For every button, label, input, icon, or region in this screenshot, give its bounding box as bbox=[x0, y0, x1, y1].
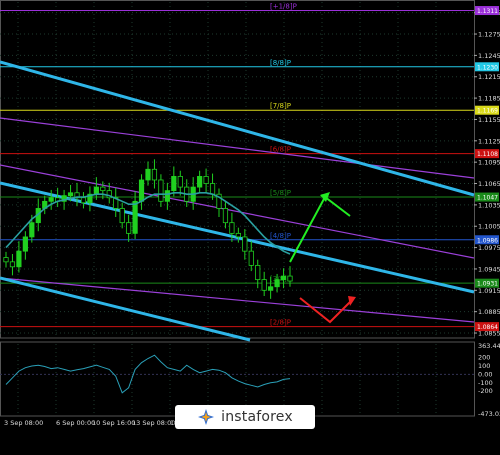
candle-body bbox=[222, 208, 229, 224]
candle-body bbox=[261, 279, 267, 291]
candle-body bbox=[48, 197, 54, 202]
level-price-text-7: 1.0864 bbox=[477, 324, 498, 331]
candle-body bbox=[67, 192, 74, 197]
candle-body bbox=[209, 183, 216, 195]
candle-body bbox=[93, 186, 99, 195]
candle-body bbox=[158, 179, 164, 202]
candle-body bbox=[255, 264, 261, 281]
candle-body bbox=[229, 222, 235, 234]
candle-body bbox=[151, 168, 158, 181]
cci-tick-label: -200 bbox=[478, 387, 493, 395]
cci-tick-label: 200 bbox=[478, 354, 490, 362]
trend-channel-line-0 bbox=[0, 60, 475, 197]
candle-body bbox=[164, 190, 170, 202]
cci-tick-label: 100 bbox=[478, 362, 490, 370]
forecast-down-arrowhead bbox=[348, 296, 356, 306]
regression-channel-line-2 bbox=[0, 277, 475, 323]
price-tick-label: 1.1155 bbox=[478, 116, 500, 124]
price-tick-label: 1.1065 bbox=[478, 180, 500, 188]
price-tick-label: 1.1245 bbox=[478, 52, 500, 60]
trading-chart-window: [+1/8]P [8/8]P [7/8]P [6/8]P [5/8]P [4/8]P [3/… bbox=[0, 0, 500, 455]
level-price-text-0: 1.1311 bbox=[477, 8, 498, 15]
price-tick-label: 1.1035 bbox=[478, 201, 500, 209]
candle-body bbox=[177, 176, 183, 188]
cci-tick-label: 363.4436 bbox=[478, 342, 500, 350]
instaforex-logo-icon bbox=[198, 409, 215, 425]
price-tick-label: 1.0945 bbox=[478, 265, 500, 273]
cci-tick-label: 0.00 bbox=[478, 370, 492, 378]
instaforex-watermark: instaforex bbox=[175, 405, 315, 429]
price-tick-label: 1.1095 bbox=[478, 159, 500, 167]
candle-body bbox=[242, 236, 248, 252]
murrey-label-7: [2/8]P bbox=[270, 319, 291, 327]
candle-body bbox=[197, 176, 203, 188]
candle-body bbox=[138, 179, 145, 202]
price-tick-label: 1.1185 bbox=[478, 95, 500, 103]
candle-body bbox=[268, 286, 274, 291]
murrey-label-4: [5/8]P bbox=[270, 189, 291, 197]
time-tick-label: 6 Sep 00:00 bbox=[56, 419, 95, 427]
candle-body bbox=[100, 186, 106, 192]
price-tick-label: 1.1275 bbox=[478, 31, 500, 39]
candle-body bbox=[3, 257, 9, 263]
candle-body bbox=[126, 222, 132, 234]
murrey-label-2: [7/8]P bbox=[270, 102, 291, 110]
price-tick-label: 1.0915 bbox=[478, 287, 500, 295]
level-price-text-5: 1.0986 bbox=[477, 237, 498, 244]
price-tick-label: 1.0885 bbox=[478, 308, 500, 316]
candle-body bbox=[203, 176, 209, 184]
candle-body bbox=[235, 232, 241, 238]
murrey-label-1: [8/8]P bbox=[270, 59, 291, 67]
level-price-text-3: 1.1108 bbox=[477, 151, 498, 158]
candle-body bbox=[132, 200, 138, 234]
time-tick-label: 10 Sep 16:00 bbox=[92, 419, 135, 427]
level-price-text-2: 1.1169 bbox=[477, 108, 498, 115]
trend-channel-line-2 bbox=[0, 276, 251, 342]
candle-body bbox=[119, 208, 125, 224]
price-chart[interactable]: [+1/8]P[8/8]P[7/8]P[6/8]P[5/8]P[4/8]P[3/… bbox=[0, 0, 500, 455]
candle-body bbox=[280, 275, 287, 281]
candle-body bbox=[287, 275, 293, 282]
time-tick-label: 3 Sep 08:00 bbox=[4, 419, 43, 427]
murrey-label-0: [+1/8]P bbox=[270, 3, 297, 11]
price-tick-label: 1.1215 bbox=[478, 73, 500, 81]
price-tick-label: 1.1125 bbox=[478, 137, 500, 145]
trend-channel-line-1 bbox=[0, 181, 475, 294]
candle-body bbox=[171, 176, 177, 192]
level-price-text-1: 1.1230 bbox=[477, 64, 498, 71]
level-price-text-6: 1.0931 bbox=[477, 281, 498, 288]
candle-body bbox=[274, 279, 280, 288]
candle-body bbox=[9, 261, 16, 268]
candle-body bbox=[29, 222, 35, 238]
cci-tick-label: -100 bbox=[478, 379, 493, 387]
candle-body bbox=[80, 197, 87, 204]
cci-tick-label: -473.030 bbox=[478, 410, 500, 418]
time-tick-label: 13 Sep 08:00 bbox=[132, 419, 175, 427]
price-tick-label: 1.0975 bbox=[478, 244, 500, 252]
level-price-text-4: 1.1047 bbox=[477, 195, 498, 202]
murrey-label-5: [4/8]P bbox=[270, 232, 291, 240]
candle-body bbox=[22, 236, 28, 252]
price-tick-label: 1.1005 bbox=[478, 223, 500, 231]
regression-channel-line-1 bbox=[0, 164, 475, 259]
brand-name: instaforex bbox=[221, 409, 293, 425]
candle-body bbox=[145, 168, 151, 181]
candle-body bbox=[248, 250, 254, 266]
candle-body bbox=[16, 250, 22, 268]
